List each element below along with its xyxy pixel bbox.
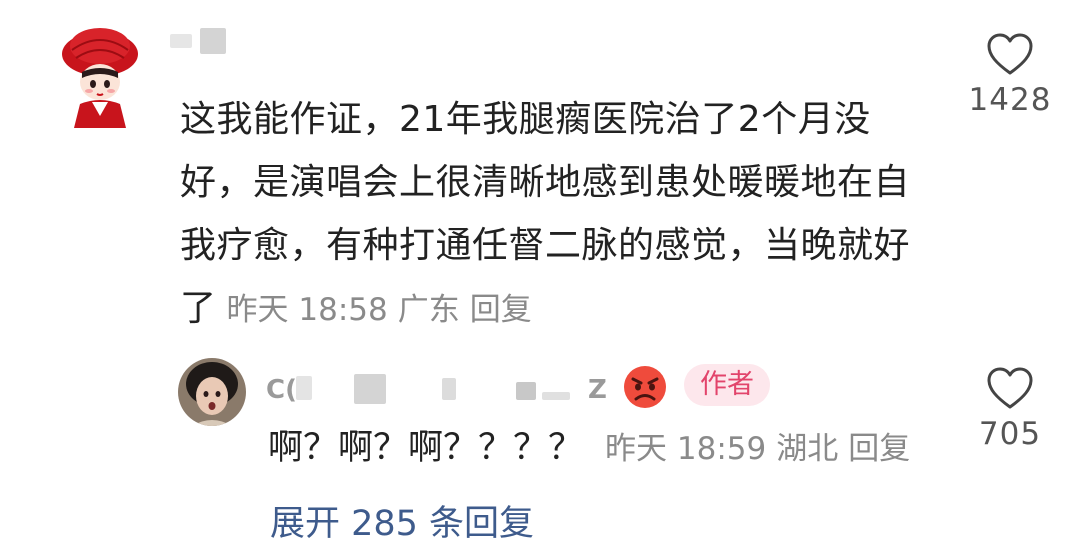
heart-outline-icon <box>987 33 1033 75</box>
main-comment-reply-button[interactable]: 回复 <box>470 292 532 328</box>
reply-comment-text: 啊？啊？啊？？？？ <box>268 428 584 468</box>
heart-outline-icon <box>987 367 1033 409</box>
main-commenter-username-redacted[interactable] <box>170 28 232 58</box>
reply-comment-meta: 昨天 18:59 湖北 回复 <box>583 431 910 467</box>
main-comment-meta: 昨天 18:58 广东 回复 <box>217 292 532 328</box>
reply-comment-like-button[interactable]: 705 <box>955 366 1065 452</box>
expand-replies-link[interactable]: 展开 285 条回复 <box>270 500 534 548</box>
main-comment-time: 昨天 18:58 <box>226 292 388 328</box>
reply-comment-like-count: 705 <box>978 416 1042 452</box>
main-comment-like-count: 1428 <box>968 82 1052 118</box>
reply-comment-location: 湖北 <box>776 431 839 467</box>
main-comment-like-button[interactable]: 1428 <box>955 32 1065 118</box>
reply-username-end: Z <box>588 375 607 405</box>
main-comment-location: 广东 <box>397 292 460 328</box>
reply-username-start: C( <box>266 375 297 405</box>
main-commenter-avatar[interactable] <box>58 24 142 128</box>
main-comment-body: 这我能作证，21年我腿瘸医院治了2个月没好，是演唱会上很清晰地感到患处暖暖地在自… <box>180 88 940 342</box>
reply-comment-time: 昨天 18:59 <box>605 431 767 467</box>
reply-author-username-redacted[interactable]: C( Z <box>266 372 616 408</box>
author-badge: 作者 <box>684 364 770 406</box>
angry-face-emoji <box>622 364 668 410</box>
reply-author-avatar[interactable] <box>178 358 246 426</box>
reply-comment-reply-button[interactable]: 回复 <box>848 431 910 467</box>
reply-comment-body: 啊？啊？啊？？？？ 昨天 18:59 湖北 回复 <box>268 424 910 473</box>
